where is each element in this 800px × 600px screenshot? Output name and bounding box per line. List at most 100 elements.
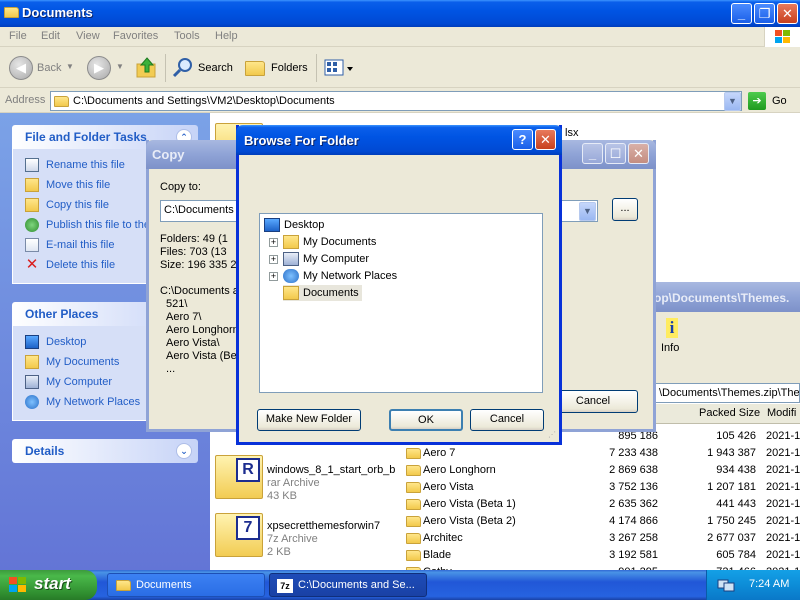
row-modified: 2021-1: [766, 430, 800, 442]
desktop-icon: [25, 335, 39, 349]
archive-window-title: op\Documents\Themes.: [654, 291, 790, 305]
help-button[interactable]: ?: [512, 129, 533, 150]
expand-plus-icon[interactable]: +: [269, 238, 278, 247]
maximize-button[interactable]: ❐: [754, 3, 775, 24]
link-label: My Documents: [46, 356, 120, 368]
go-arrow-icon: ➔: [748, 92, 766, 110]
close-button[interactable]: ✕: [535, 129, 556, 150]
ok-button[interactable]: OK: [389, 409, 463, 431]
row-name: Aero Vista: [423, 481, 474, 493]
packed-size-header[interactable]: Packed Size: [699, 407, 760, 419]
forward-arrow-icon[interactable]: ▶: [87, 56, 111, 80]
close-button[interactable]: ✕: [777, 3, 798, 24]
clock[interactable]: 7:24 AM: [749, 578, 789, 590]
copy-to-value: C:\Documents a: [164, 204, 243, 216]
standard-toolbar: ◀ Back ▼ ▶ ▼ Search Folders: [0, 48, 800, 88]
start-button[interactable]: start: [0, 570, 97, 600]
item-list-line: Aero Longhorn: [166, 324, 239, 336]
row-name: Aero 7: [423, 447, 456, 459]
tree-item-network-places[interactable]: My Network Places: [283, 268, 397, 284]
copy-to-dropdown-icon[interactable]: ▼: [579, 202, 596, 221]
tree-item-my-computer[interactable]: My Computer: [283, 251, 369, 267]
explorer-title-bar[interactable]: Documents _ ❐ ✕: [0, 0, 800, 27]
item-list-line: 521\: [166, 298, 188, 310]
archive-row[interactable]: Aero Vista (Beta 2) 4 174 866 1 750 245 202…: [402, 513, 800, 530]
menu-favorites[interactable]: Favorites: [113, 30, 158, 42]
7z-archive-icon[interactable]: 7: [215, 513, 263, 557]
up-folder-icon[interactable]: [135, 56, 159, 80]
archive-row[interactable]: Aero Vista 3 752 136 1 207 181 2021-1: [402, 479, 800, 496]
menu-tools[interactable]: Tools: [174, 30, 200, 42]
resize-grip-icon[interactable]: ⋰: [548, 430, 558, 440]
modified-header[interactable]: Modifi: [767, 407, 796, 419]
maximize-button[interactable]: ☐: [605, 143, 626, 164]
forward-dropdown-icon[interactable]: ▼: [116, 62, 124, 71]
file-name[interactable]: windows_8_1_start_orb_b: [267, 464, 395, 476]
browse-title-bar[interactable]: Browse For Folder ? ✕: [236, 125, 562, 155]
archive-row[interactable]: Architec 3 267 258 2 677 037 2021-1: [402, 530, 800, 547]
back-arrow-icon[interactable]: ◀: [9, 56, 33, 80]
folder-icon: [4, 7, 19, 18]
address-label: Address: [5, 94, 46, 106]
globe-icon: [25, 218, 39, 232]
file-size: 2 KB: [267, 546, 291, 558]
move-icon: [25, 178, 39, 192]
tree-label: My Computer: [303, 253, 370, 265]
folders-stat: Folders: 49 (1: [160, 233, 228, 245]
desktop-icon: [264, 218, 280, 232]
tree-item-my-documents[interactable]: My Documents: [283, 234, 376, 250]
minimize-button[interactable]: _: [582, 143, 603, 164]
views-icon[interactable]: [324, 58, 354, 78]
archive-row[interactable]: Blade 3 192 581 605 784 2021-1: [402, 547, 800, 564]
expand-plus-icon[interactable]: +: [269, 272, 278, 281]
taskbar-7zip-button[interactable]: 7z C:\Documents and Se...: [269, 573, 427, 597]
folders-button-label[interactable]: Folders: [271, 62, 308, 74]
minimize-button[interactable]: _: [731, 3, 752, 24]
taskbar-documents-button[interactable]: Documents: [107, 573, 265, 597]
expand-plus-icon[interactable]: +: [269, 255, 278, 264]
partial-file-name[interactable]: lsx: [565, 127, 578, 139]
go-button[interactable]: ➔ Go: [748, 92, 798, 110]
item-list-line: ...: [166, 363, 176, 375]
close-button[interactable]: ✕: [628, 143, 649, 164]
link-label: My Network Places: [46, 396, 141, 408]
folder-icon: [406, 533, 421, 544]
info-icon[interactable]: i: [666, 318, 678, 338]
start-label: start: [34, 574, 71, 593]
archive-row[interactable]: Aero Vista (Beta 1) 2 635 362 441 443 2021-…: [402, 496, 800, 513]
archive-row[interactable]: Aero Longhorn 2 869 638 934 438 2021-1: [402, 462, 800, 479]
menu-file[interactable]: File: [9, 30, 27, 42]
browse-button[interactable]: ...: [612, 198, 638, 221]
archive-path-input[interactable]: \Documents\Themes.zip\Theme: [654, 383, 800, 403]
search-icon[interactable]: [171, 56, 195, 80]
browse-folder-dialog: Browse For Folder ? ✕ Desktop + My Docum…: [236, 125, 562, 445]
network-status-icon[interactable]: [717, 578, 735, 592]
menu-help[interactable]: Help: [215, 30, 238, 42]
back-dropdown-icon[interactable]: ▼: [66, 62, 74, 71]
row-modified: 2021-1: [766, 464, 800, 476]
row-name: Aero Vista (Beta 2): [423, 515, 516, 527]
menu-view[interactable]: View: [76, 30, 100, 42]
rar-archive-icon[interactable]: R: [215, 455, 263, 499]
task-label: C:\Documents and Se...: [298, 579, 415, 591]
details-header[interactable]: Details ⌄: [12, 439, 198, 463]
info-button-label[interactable]: Info: [661, 342, 679, 354]
back-button-label[interactable]: Back: [37, 62, 61, 74]
file-name[interactable]: xpsecretthemesforwin7: [267, 520, 380, 532]
row-packed: 1 750 245: [707, 515, 756, 527]
expand-chevron-icon[interactable]: ⌄: [176, 443, 192, 459]
cancel-button[interactable]: Cancel: [470, 409, 544, 431]
row-packed: 1 207 181: [707, 481, 756, 493]
folder-tree[interactable]: Desktop + My Documents + My Computer + M…: [259, 213, 543, 393]
archive-row[interactable]: Aero 7 7 233 438 1 943 387 2021-1: [402, 445, 800, 462]
address-dropdown-icon[interactable]: ▼: [724, 92, 741, 111]
tree-item-documents-selected[interactable]: Documents: [283, 285, 362, 301]
search-button-label[interactable]: Search: [198, 62, 233, 74]
row-modified: 2021-1: [766, 532, 800, 544]
make-new-folder-button[interactable]: Make New Folder: [257, 409, 361, 431]
tree-item-desktop[interactable]: Desktop: [264, 217, 324, 233]
menu-edit[interactable]: Edit: [41, 30, 60, 42]
network-places-icon: [283, 269, 299, 283]
folders-icon[interactable]: [245, 61, 265, 76]
address-input[interactable]: C:\Documents and Settings\VM2\Desktop\Do…: [50, 91, 742, 111]
